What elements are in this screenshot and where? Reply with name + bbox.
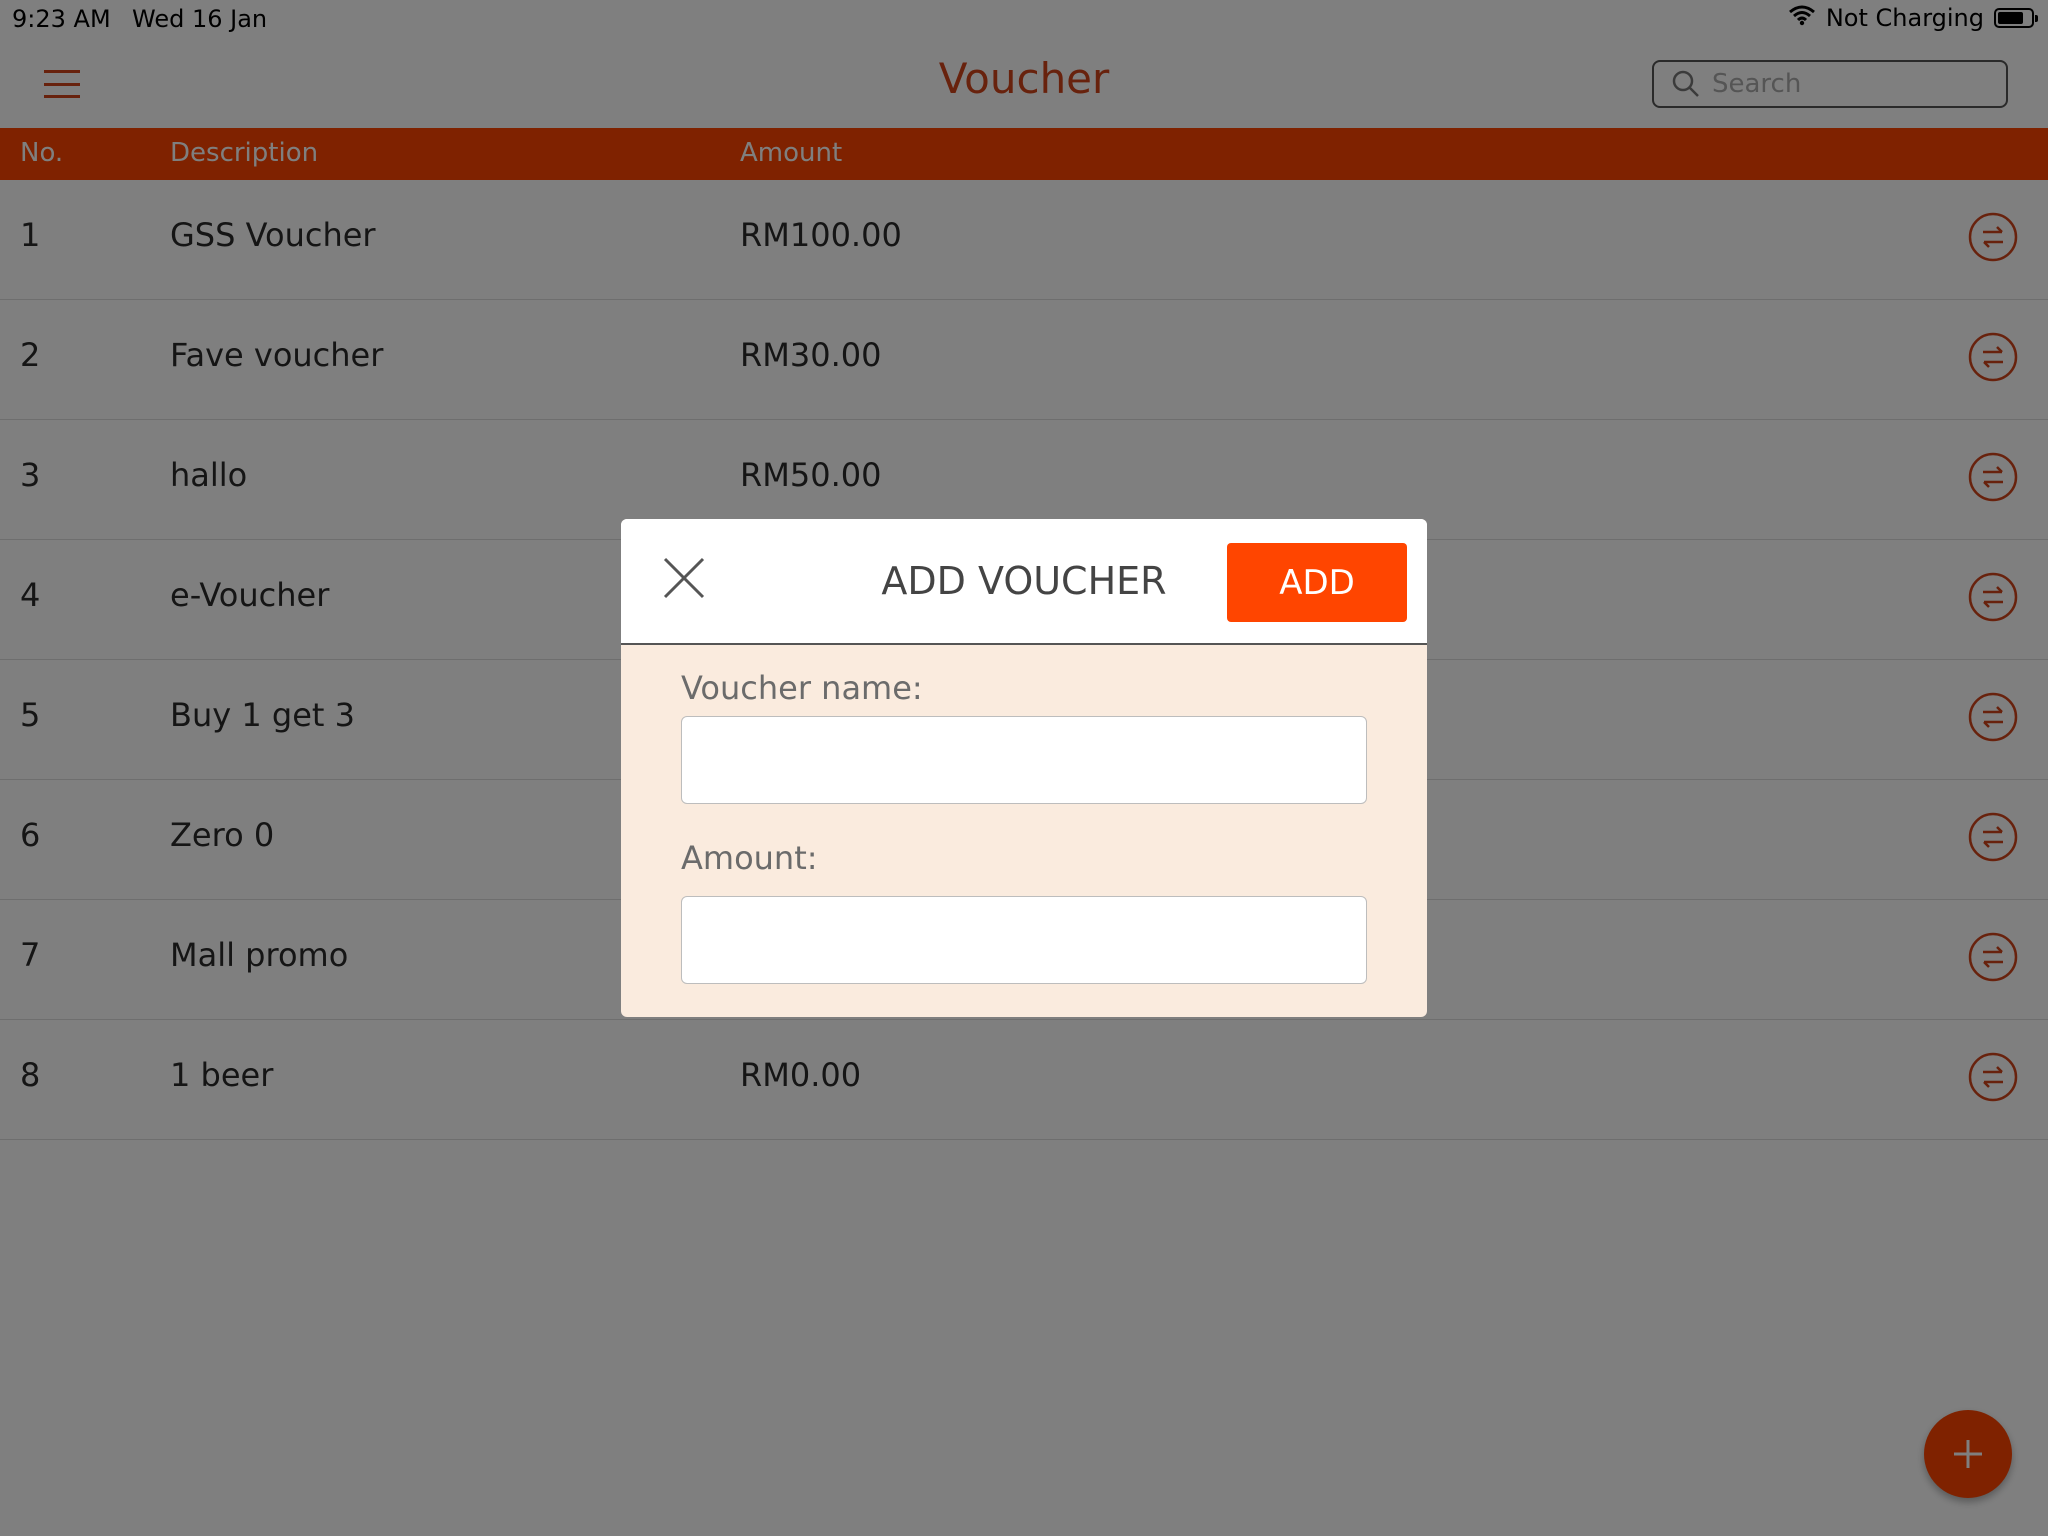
voucher-name-label: Voucher name: [681,669,923,707]
add-voucher-dialog: ADD VOUCHER ADD Voucher name: Amount: [621,519,1427,1017]
amount-label: Amount: [681,839,818,877]
add-button[interactable]: ADD [1227,543,1407,622]
dialog-header: ADD VOUCHER ADD [621,519,1427,645]
amount-input[interactable] [681,896,1367,984]
voucher-name-input[interactable] [681,716,1367,804]
